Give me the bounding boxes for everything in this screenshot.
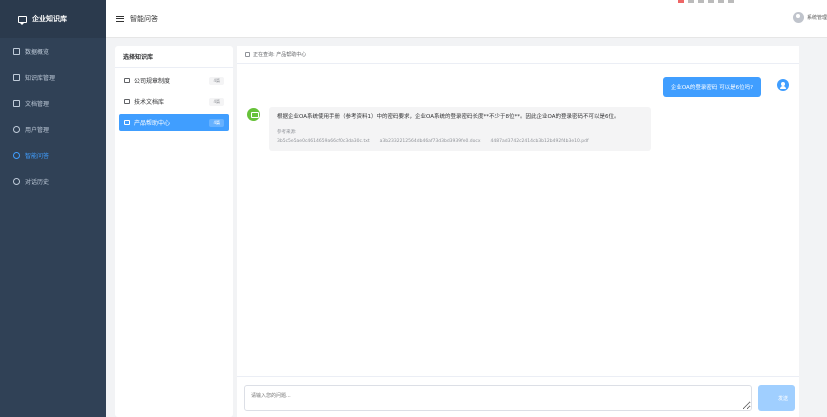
ime-mic-icon <box>708 0 714 3</box>
sidebar-item-label: 文档管理 <box>25 100 50 108</box>
kb-item-count: 4篇 <box>209 118 224 127</box>
sidebar-item-dashboard[interactable]: 数据概览 <box>0 38 106 64</box>
user-message: 企业OA的登录密码 可以是6位吗? <box>662 77 761 97</box>
sidebar-item-label: 用户管理 <box>25 126 50 134</box>
user-name: 系统管理 <box>806 15 827 21</box>
user-menu[interactable]: 系统管理 <box>792 12 827 23</box>
kb-item-company-rules[interactable]: 公司规章制度 4篇 <box>119 72 229 89</box>
kb-item-count: 4篇 <box>209 76 224 85</box>
ime-logo-icon <box>678 0 684 3</box>
kb-panel: 选择知识库 公司规章制度 4篇 技术文档库 4篇 产品帮助中心 4篇 <box>115 46 233 417</box>
user-icon <box>13 125 20 133</box>
ime-keyboard-icon <box>718 0 724 3</box>
sidebar-item-users[interactable]: 用户管理 <box>0 116 106 142</box>
chat-panel: 正在查询: 产品帮助中心 企业OA的登录密码 可以是6位吗? 根据企业OA系统使… <box>237 46 799 417</box>
sidebar-item-label: 对话历史 <box>25 178 50 186</box>
kb-item-label: 公司规章制度 <box>134 78 171 85</box>
current-kb-text: 正在查询: 产品帮助中心 <box>253 52 307 58</box>
kb-item-count: 4篇 <box>209 97 224 106</box>
question-input[interactable] <box>244 385 752 411</box>
reference-link[interactable]: 3b5c5e5ae0c4614659a66cf0c3da30c.txt <box>277 139 370 144</box>
kb-item-product-help[interactable]: 产品帮助中心 4篇 <box>119 114 229 131</box>
ime-lang-icon <box>688 0 694 3</box>
chat-icon <box>13 151 20 159</box>
sidebar-item-qa[interactable]: 智能问答 <box>0 142 106 168</box>
kb-panel-title: 选择知识库 <box>115 46 233 68</box>
kb-item-label: 产品帮助中心 <box>134 120 171 127</box>
kb-item-label: 技术文档库 <box>134 99 165 106</box>
sidebar: 企业知识库 数据概览 知识库管理 文档管理 用户管理 智能问答 对话历史 <box>0 0 106 417</box>
sidebar-item-documents[interactable]: 文档管理 <box>0 90 106 116</box>
avatar <box>792 12 804 23</box>
sidebar-item-history[interactable]: 对话历史 <box>0 168 106 194</box>
ime-settings-icon <box>728 0 734 3</box>
header: 智能问答 系统管理 <box>106 0 827 38</box>
document-icon <box>13 99 20 107</box>
chat-status: 正在查询: 产品帮助中心 <box>237 46 799 64</box>
page-title: 智能问答 <box>130 14 158 23</box>
reference-title: 参考来源: <box>277 130 297 135</box>
folder-icon <box>124 120 130 125</box>
chat-bubble-icon <box>18 15 27 25</box>
bot-answer: 根据企业OA系统使用手册（参考资料1）中的密码要求，企业OA系统的登录密码长度*… <box>277 114 620 120</box>
input-area: 发送 <box>237 376 799 417</box>
reference-link[interactable]: 4487ad3742c2414cb3b12b492f4b3e10.pdf <box>491 139 589 144</box>
user-avatar-icon <box>777 79 789 91</box>
sidebar-item-label: 智能问答 <box>25 152 50 160</box>
sidebar-item-label: 知识库管理 <box>25 74 56 82</box>
reference-list: 3b5c5e5ae0c4614659a66cf0c3da30c.txt a3b2… <box>277 139 643 144</box>
reference-link[interactable]: a3b2332212564db46af73d3bd3939fe0.docx <box>380 139 481 144</box>
sidebar-item-kb-management[interactable]: 知识库管理 <box>0 64 106 90</box>
brand-title: 企业知识库 <box>32 15 67 23</box>
folder-icon <box>13 73 20 81</box>
bot-avatar-icon <box>247 108 260 121</box>
sidebar-item-label: 数据概览 <box>25 48 50 56</box>
menu-toggle-icon[interactable] <box>116 15 124 22</box>
send-button[interactable]: 发送 <box>758 385 795 411</box>
brand: 企业知识库 <box>0 0 106 38</box>
dashboard-icon <box>13 47 20 55</box>
history-icon <box>13 177 20 185</box>
ime-punct-icon <box>698 0 704 3</box>
folder-icon <box>124 78 130 83</box>
bot-message: 根据企业OA系统使用手册（参考资料1）中的密码要求，企业OA系统的登录密码长度*… <box>269 107 651 151</box>
ime-toolbar <box>678 0 734 3</box>
kb-item-tech-docs[interactable]: 技术文档库 4篇 <box>119 93 229 110</box>
folder-icon <box>124 99 130 104</box>
kb-indicator-icon <box>245 52 250 57</box>
